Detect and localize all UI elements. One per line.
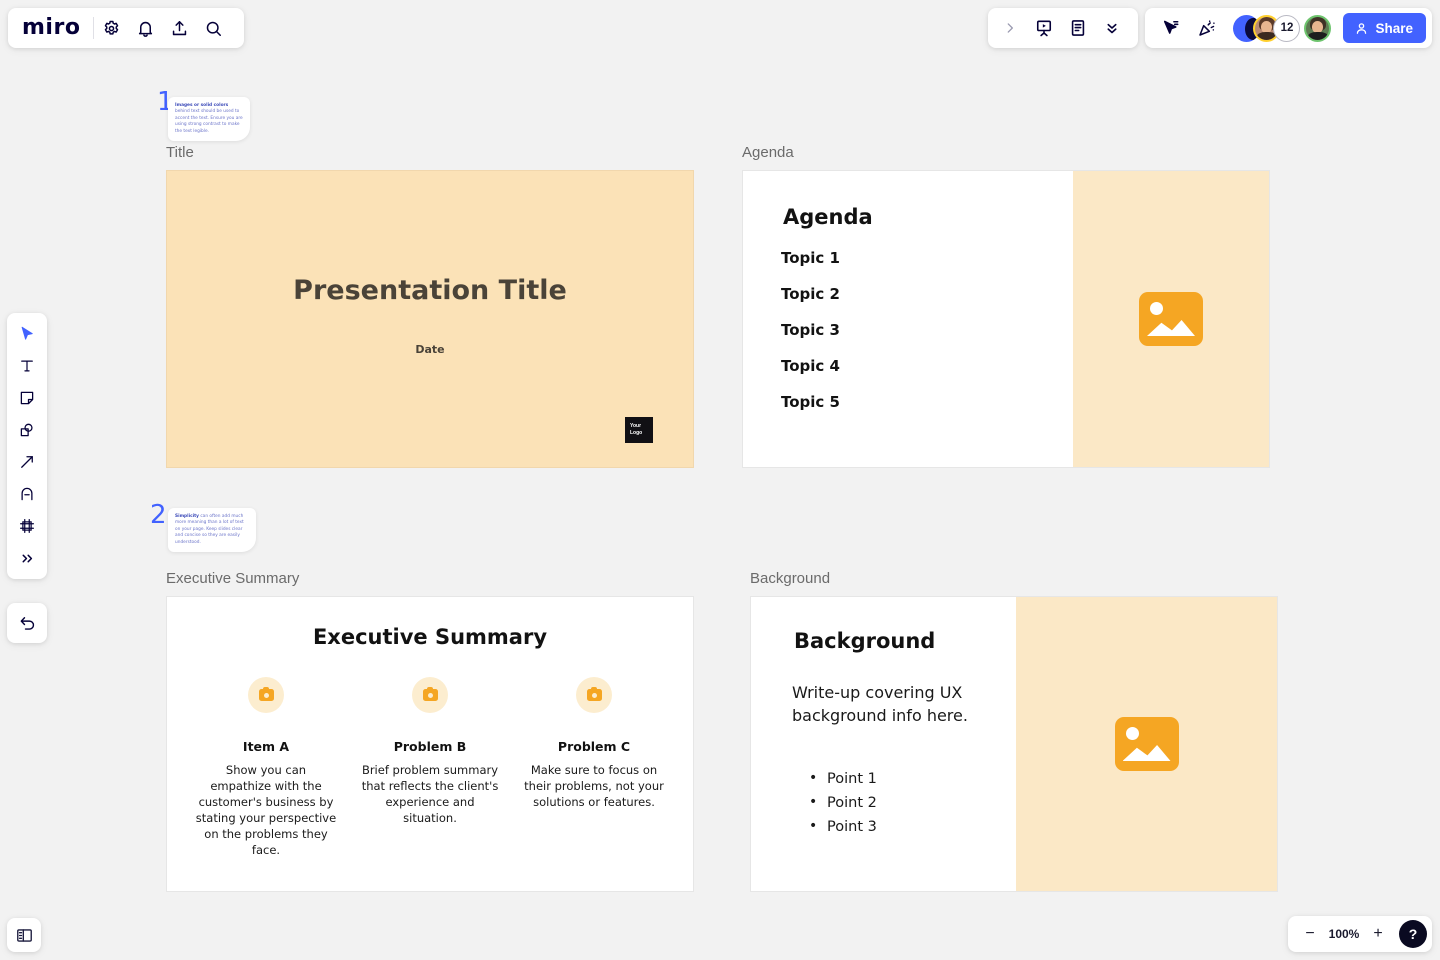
frame-background[interactable]: Background Write-up covering UX backgrou…	[750, 596, 1278, 892]
list-item[interactable]: Topic 5	[781, 393, 840, 411]
text-tool[interactable]	[11, 351, 43, 381]
shapes-tool[interactable]	[11, 415, 43, 445]
summary-column-body: Brief problem summary that reflects the …	[361, 763, 499, 825]
slide-title-date: Date	[415, 343, 445, 356]
presentation-icon[interactable]	[1028, 12, 1060, 44]
agenda-topic-list: Topic 1 Topic 2 Topic 3 Topic 4 Topic 5	[781, 249, 840, 429]
document-icon[interactable]	[1062, 12, 1094, 44]
list-item[interactable]: Topic 2	[781, 285, 840, 303]
camera-icon	[576, 677, 612, 713]
sticky-note-tool[interactable]	[11, 383, 43, 413]
camera-icon	[248, 677, 284, 713]
cursor-tool[interactable]	[11, 319, 43, 349]
undo-button[interactable]	[7, 603, 47, 643]
left-toolbar	[7, 313, 47, 579]
list-item[interactable]: Point 1	[809, 766, 877, 791]
summary-column-title: Problem C	[557, 739, 631, 754]
background-paragraph: Write-up covering UX background info her…	[792, 683, 968, 725]
cursor-trail-icon[interactable]	[1155, 12, 1187, 44]
list-item[interactable]: Topic 3	[781, 321, 840, 339]
search-icon[interactable]	[196, 11, 230, 45]
share-button[interactable]: Share	[1343, 13, 1426, 43]
summary-column: Problem B Brief problem summary that ref…	[353, 677, 507, 858]
zoom-in-button[interactable]: +	[1365, 921, 1391, 947]
party-popper-icon[interactable]	[1191, 12, 1223, 44]
frame-tool[interactable]	[11, 511, 43, 541]
image-placeholder-icon	[1114, 717, 1179, 771]
summary-column-title: Item A	[242, 739, 290, 754]
upload-icon[interactable]	[162, 11, 196, 45]
list-item[interactable]: Topic 1	[781, 249, 840, 267]
top-right-toolbar-view	[988, 8, 1138, 48]
logo-placeholder: Your Logo	[625, 417, 653, 443]
note-number-2[interactable]: 2	[150, 500, 167, 530]
miro-canvas[interactable]: miro 12 Share 1 Images or solid colors b…	[0, 0, 1440, 960]
annotation-note-1[interactable]: Images or solid colors behind text shoul…	[168, 97, 250, 142]
collaborator-avatars: 12	[1233, 14, 1332, 42]
note-1-text: behind text should be used to accent the…	[175, 109, 243, 134]
note-1-bold: Images or solid colors	[175, 103, 229, 108]
frame-label-title[interactable]: Title	[166, 144, 194, 161]
chevron-double-down-icon[interactable]	[1096, 12, 1128, 44]
list-item[interactable]: Point 3	[809, 814, 877, 839]
summary-column-body: Make sure to focus on their problems, no…	[524, 763, 664, 809]
summary-column: Problem C Make sure to focus on their pr…	[517, 677, 671, 858]
summary-column-body: Show you can empathize with the customer…	[195, 763, 337, 857]
pen-tool[interactable]	[11, 479, 43, 509]
frame-label-agenda[interactable]: Agenda	[742, 144, 794, 161]
frame-label-background[interactable]: Background	[750, 570, 830, 587]
list-item[interactable]: Topic 4	[781, 357, 840, 375]
agenda-right-panel	[1073, 171, 1269, 467]
help-button[interactable]: ?	[1399, 920, 1427, 948]
list-item[interactable]: Point 2	[809, 790, 877, 815]
arrow-tool[interactable]	[11, 447, 43, 477]
zoom-level[interactable]: 100%	[1326, 927, 1362, 941]
zoom-out-button[interactable]: −	[1297, 921, 1323, 947]
frame-label-executive-summary[interactable]: Executive Summary	[166, 570, 299, 587]
slide-title-heading: Presentation Title	[293, 275, 567, 306]
background-right-panel	[1016, 597, 1277, 891]
share-button-label: Share	[1375, 20, 1413, 36]
notifications-icon[interactable]	[128, 11, 162, 45]
camera-icon	[412, 677, 448, 713]
avatar[interactable]	[1304, 14, 1332, 42]
agenda-heading: Agenda	[783, 205, 873, 229]
panel-toggle-button[interactable]	[7, 918, 41, 952]
executive-summary-heading: Executive Summary	[312, 625, 548, 649]
image-placeholder-icon	[1139, 292, 1203, 346]
note-2-bold: Simplicity	[175, 514, 199, 519]
background-heading: Background	[794, 629, 936, 653]
zoom-controls: − 100% + ?	[1288, 916, 1432, 952]
background-point-list: Point 1 Point 2 Point 3	[809, 766, 877, 839]
top-right-toolbar-collab: 12 Share	[1145, 8, 1432, 48]
more-tools[interactable]	[11, 543, 43, 573]
executive-summary-columns: Item A Show you can empathize with the c…	[189, 677, 671, 858]
frame-agenda[interactable]: Agenda Topic 1 Topic 2 Topic 3 Topic 4 T…	[742, 170, 1270, 468]
summary-column-title: Problem B	[393, 739, 467, 754]
annotation-note-2[interactable]: Simplicity can often add much more meani…	[168, 508, 256, 553]
miro-logo[interactable]: miro	[22, 17, 93, 39]
settings-icon[interactable]	[94, 11, 128, 45]
frame-title[interactable]: Presentation Title Date Your Logo	[166, 170, 694, 468]
summary-column: Item A Show you can empathize with the c…	[189, 677, 343, 858]
frame-executive-summary[interactable]: Executive Summary Item A Show you can em…	[166, 596, 694, 892]
top-left-toolbar: miro	[8, 8, 245, 48]
chevron-right-icon[interactable]	[994, 12, 1026, 44]
collaborator-count[interactable]: 12	[1273, 14, 1301, 42]
